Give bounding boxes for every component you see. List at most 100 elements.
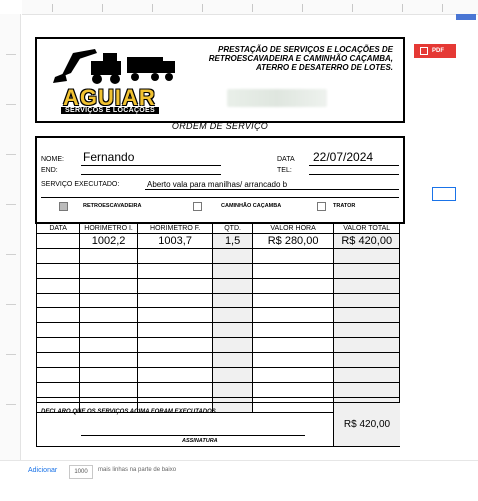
- table-header-row: DATA HORIMETRO I. HORIMETRO F. QTD. VALO…: [35, 223, 400, 234]
- row-header-ruler[interactable]: [0, 14, 21, 460]
- data-label: DATA: [277, 156, 295, 163]
- column-header-ruler[interactable]: [22, 0, 478, 15]
- cell-valor-total[interactable]: [333, 277, 400, 294]
- cell-horimetro-i[interactable]: [79, 367, 138, 383]
- cell-horimetro-i[interactable]: [79, 337, 138, 354]
- cell-horimetro-f[interactable]: [136, 307, 214, 324]
- cell-horimetro-f[interactable]: [136, 337, 214, 354]
- cell-valor-hora[interactable]: R$ 280,00: [251, 233, 335, 249]
- cell-valor-total[interactable]: [333, 262, 400, 279]
- checkbox-caminhao-cacamba[interactable]: [193, 202, 202, 211]
- cell-valor-total[interactable]: R$ 420,00: [333, 233, 400, 249]
- table-row: [35, 367, 400, 383]
- table-row: [35, 247, 400, 264]
- rows-count-input[interactable]: 1000: [69, 465, 93, 479]
- table-row: [35, 292, 400, 309]
- cell-horimetro-f[interactable]: [136, 367, 214, 383]
- cell-horimetro-f[interactable]: [136, 262, 214, 279]
- signature-line: [81, 435, 305, 436]
- equipment-checkboxes: RETROESCAVADEIRA CAMINHÃO CAÇAMBA TRATOR: [35, 200, 401, 214]
- checkbox-retroescavadeira[interactable]: [59, 202, 68, 211]
- cell-data[interactable]: [35, 277, 81, 294]
- cell-valor-total[interactable]: [333, 292, 400, 309]
- cell-data[interactable]: [35, 337, 81, 354]
- cell-qtd[interactable]: [212, 307, 253, 324]
- label-retroescavadeira: RETROESCAVADEIRA: [83, 203, 142, 209]
- company-logo: AGUIAR SERVIÇOS E LOCAÇÕES: [51, 43, 179, 115]
- cell-horimetro-i[interactable]: [79, 262, 138, 279]
- cell-horimetro-f[interactable]: [136, 277, 214, 294]
- cell-qtd[interactable]: [212, 367, 253, 383]
- pdf-button[interactable]: PDF: [414, 44, 456, 58]
- service-table: DATA HORIMETRO I. HORIMETRO F. QTD. VALO…: [35, 223, 400, 413]
- cell-data[interactable]: [35, 233, 81, 249]
- signature-section: DECLARO QUE OS SERVIÇOS ACIMA FORAM EXEC…: [36, 402, 400, 447]
- cell-horimetro-f[interactable]: [136, 292, 214, 309]
- cell-qtd[interactable]: [212, 352, 253, 369]
- cell-data[interactable]: [35, 247, 81, 264]
- cell-data[interactable]: [35, 307, 81, 324]
- header-horimetro-i: HORIMETRO I.: [79, 223, 138, 234]
- cell-valor-total[interactable]: [333, 367, 400, 383]
- cell-data[interactable]: [35, 262, 81, 279]
- cell-horimetro-f[interactable]: [136, 381, 214, 398]
- cell-horimetro-f[interactable]: [136, 352, 214, 369]
- cell-horimetro-f[interactable]: [136, 322, 214, 339]
- cell-valor-total[interactable]: [333, 322, 400, 339]
- cell-horimetro-i[interactable]: [79, 292, 138, 309]
- cell-valor-total[interactable]: [333, 307, 400, 324]
- cell-valor-hora[interactable]: [251, 277, 335, 294]
- header-horimetro-f: HORIMETRO F.: [136, 223, 214, 234]
- cell-valor-total[interactable]: [333, 381, 400, 398]
- cell-qtd[interactable]: [212, 322, 253, 339]
- cell-horimetro-i[interactable]: [79, 277, 138, 294]
- checkbox-trator[interactable]: [317, 202, 326, 211]
- cell-horimetro-i[interactable]: 1002,2: [79, 233, 138, 249]
- cell-horimetro-i[interactable]: [79, 322, 138, 339]
- cell-valor-hora[interactable]: [251, 381, 335, 398]
- cell-horimetro-i[interactable]: [79, 307, 138, 324]
- cell-data[interactable]: [35, 381, 81, 398]
- data-value[interactable]: 22/07/2024: [313, 150, 373, 164]
- brand-subtitle: SERVIÇOS E LOCAÇÕES: [61, 107, 159, 114]
- cell-qtd[interactable]: [212, 277, 253, 294]
- grand-total[interactable]: R$ 420,00: [333, 403, 400, 446]
- cell-valor-total[interactable]: [333, 337, 400, 354]
- cell-valor-hora[interactable]: [251, 337, 335, 354]
- cell-qtd[interactable]: [212, 381, 253, 398]
- servico-value[interactable]: Aberto vala para manilhas/ arrancado b: [147, 180, 287, 189]
- cell-horimetro-f[interactable]: [136, 247, 214, 264]
- cell-valor-hora[interactable]: [251, 322, 335, 339]
- servico-underline-2: [41, 197, 399, 198]
- label-caminhao-cacamba: CAMINHÃO CAÇAMBA: [221, 203, 282, 209]
- table-row: [35, 337, 400, 354]
- nome-value[interactable]: Fernando: [83, 150, 134, 164]
- cell-valor-hora[interactable]: [251, 307, 335, 324]
- cell-valor-hora[interactable]: [251, 367, 335, 383]
- cell-valor-hora[interactable]: [251, 247, 335, 264]
- cell-valor-total[interactable]: [333, 352, 400, 369]
- cell-horimetro-i[interactable]: [79, 247, 138, 264]
- data-underline: [309, 165, 399, 166]
- cell-horimetro-i[interactable]: [79, 381, 138, 398]
- cell-qtd[interactable]: [212, 337, 253, 354]
- cell-data[interactable]: [35, 322, 81, 339]
- table-row: [35, 322, 400, 339]
- cell-valor-hora[interactable]: [251, 262, 335, 279]
- cell-valor-hora[interactable]: [251, 292, 335, 309]
- cell-qtd[interactable]: [212, 262, 253, 279]
- cell-valor-hora[interactable]: [251, 352, 335, 369]
- selected-cell[interactable]: [432, 187, 456, 201]
- table-row: [35, 352, 400, 369]
- cell-valor-total[interactable]: [333, 247, 400, 264]
- cell-horimetro-f[interactable]: 1003,7: [136, 233, 214, 249]
- cell-horimetro-i[interactable]: [79, 352, 138, 369]
- cell-data[interactable]: [35, 367, 81, 383]
- cell-data[interactable]: [35, 292, 81, 309]
- pdf-button-label: PDF: [432, 48, 444, 54]
- add-rows-button[interactable]: Adicionar: [28, 467, 57, 474]
- cell-data[interactable]: [35, 352, 81, 369]
- cell-qtd[interactable]: [212, 292, 253, 309]
- cell-qtd[interactable]: 1,5: [212, 233, 253, 249]
- cell-qtd[interactable]: [212, 247, 253, 264]
